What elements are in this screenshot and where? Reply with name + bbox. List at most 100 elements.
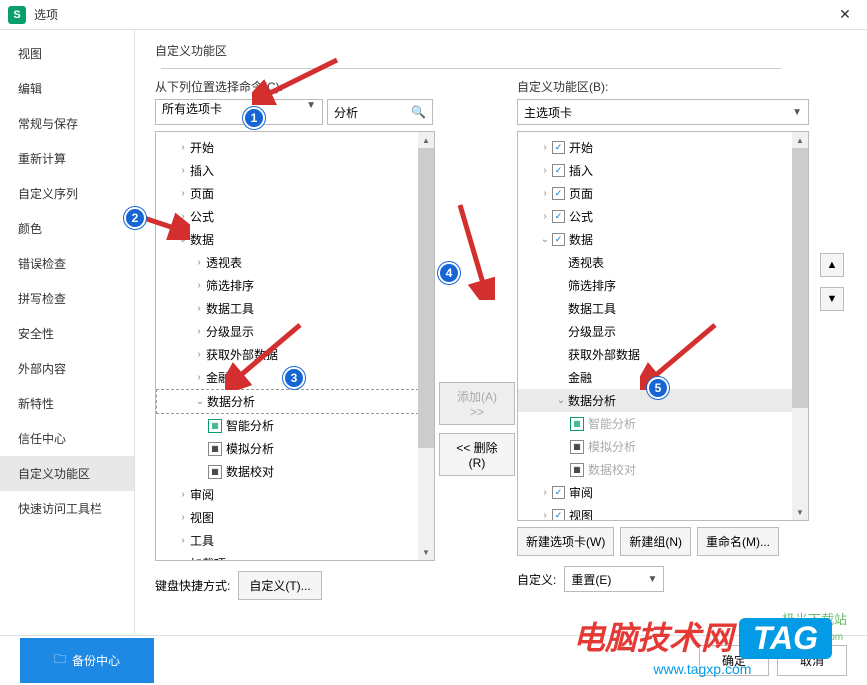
toggle-icon: ›	[538, 165, 552, 176]
search-icon: 🔍	[411, 105, 426, 119]
rename-button[interactable]: 重命名(M)...	[697, 527, 779, 556]
tree-item[interactable]: ›公式	[156, 205, 434, 228]
tree-label: 视图	[190, 509, 214, 526]
tree-label: 分级显示	[568, 323, 616, 340]
tree-item[interactable]: ›工具	[156, 529, 434, 552]
tree-item[interactable]: ▦智能分析	[518, 412, 808, 435]
move-down-button[interactable]: ▼	[820, 287, 844, 311]
tree-item[interactable]: ›✓视图	[518, 504, 808, 521]
sidebar-item[interactable]: 视图	[0, 36, 134, 71]
customize-shortcuts-button[interactable]: 自定义(T)...	[238, 571, 321, 600]
tree-item[interactable]: ›筛选排序	[156, 274, 434, 297]
checkbox[interactable]: ✓	[552, 141, 565, 154]
toggle-icon: ›	[192, 303, 206, 314]
tree-label: 筛选排序	[206, 277, 254, 294]
tree-label: 数据校对	[588, 461, 636, 478]
sidebar-item[interactable]: 错误检查	[0, 246, 134, 281]
sidebar-item[interactable]: 新特性	[0, 386, 134, 421]
toggle-icon: ›	[176, 165, 190, 176]
tree-item[interactable]: ›✓公式	[518, 205, 808, 228]
window-title: 选项	[34, 6, 831, 23]
sidebar-item[interactable]: 常规与保存	[0, 106, 134, 141]
tree-item[interactable]: 筛选排序	[518, 274, 808, 297]
sidebar-item[interactable]: 快速访问工具栏	[0, 491, 134, 526]
search-input[interactable]	[334, 105, 404, 119]
sidebar-item[interactable]: 外部内容	[0, 351, 134, 386]
leaf-icon: ▦	[570, 463, 584, 477]
tree-item[interactable]: ▦模拟分析	[518, 435, 808, 458]
customize-ribbon-label: 自定义功能区(B):	[517, 78, 809, 95]
toggle-icon: ›	[192, 326, 206, 337]
tree-item[interactable]: ›透视表	[156, 251, 434, 274]
toggle-icon: ›	[176, 558, 190, 561]
checkbox[interactable]: ✓	[552, 486, 565, 499]
ribbon-target-combo[interactable]: 主选项卡 ▼	[517, 99, 809, 125]
checkbox[interactable]: ✓	[552, 187, 565, 200]
tree-label: 审阅	[190, 486, 214, 503]
checkbox[interactable]: ✓	[552, 509, 565, 521]
titlebar: S 选项 ✕	[0, 0, 867, 30]
custom-label: 自定义:	[517, 571, 556, 588]
toggle-icon: ›	[192, 372, 206, 383]
leaf-icon: ▦	[208, 465, 222, 479]
tree-item[interactable]: ▦ 数据校对	[518, 458, 808, 481]
sidebar-item[interactable]: 信任中心	[0, 421, 134, 456]
tree-item[interactable]: ▦ 数据校对	[156, 460, 434, 483]
tree-item[interactable]: ⌄✓数据	[518, 228, 808, 251]
tree-label: 数据工具	[568, 300, 616, 317]
tree-item[interactable]: ›开始	[156, 136, 434, 159]
callout-4: 4	[438, 262, 460, 284]
close-icon[interactable]: ✕	[831, 1, 859, 29]
tree-label: 透视表	[568, 254, 604, 271]
checkbox[interactable]: ✓	[552, 233, 565, 246]
tree-label: 模拟分析	[226, 440, 274, 457]
backup-icon: 🗀	[54, 650, 66, 671]
backup-center-button[interactable]: 🗀 备份中心	[20, 638, 154, 683]
tree-label: 公式	[190, 208, 214, 225]
new-group-button[interactable]: 新建组(N)	[620, 527, 691, 556]
search-box[interactable]: 🔍	[327, 99, 433, 125]
sidebar-item[interactable]: 颜色	[0, 211, 134, 246]
tree-label: 插入	[569, 162, 593, 179]
tree-item[interactable]: ›数据工具	[156, 297, 434, 320]
tree-item[interactable]: ›页面	[156, 182, 434, 205]
sidebar-item[interactable]: 重新计算	[0, 141, 134, 176]
toggle-icon: ›	[538, 188, 552, 199]
tree-item[interactable]: ⌄数据	[156, 228, 434, 251]
tree-item[interactable]: ›插入	[156, 159, 434, 182]
tree-item[interactable]: ›✓ 插入	[518, 159, 808, 182]
tree-item[interactable]: 透视表	[518, 251, 808, 274]
tree-item[interactable]: ▦智能分析	[156, 414, 434, 437]
tree-label: 金融	[568, 369, 592, 386]
scrollbar[interactable]: ▲ ▼	[792, 132, 808, 520]
remove-button[interactable]: << 删除(R)	[439, 433, 515, 476]
checkbox[interactable]: ✓	[552, 210, 565, 223]
sidebar-item[interactable]: 拼写检查	[0, 281, 134, 316]
sidebar-item[interactable]: 自定义功能区	[0, 456, 134, 491]
tree-label: 插入	[190, 162, 214, 179]
tree-label: 公式	[569, 208, 593, 225]
tree-item[interactable]: 数据工具	[518, 297, 808, 320]
tree-item[interactable]: ›✓审阅	[518, 481, 808, 504]
sidebar-item[interactable]: 自定义序列	[0, 176, 134, 211]
leaf-icon: ▦	[570, 417, 584, 431]
reset-combo[interactable]: 重置(E) ▼	[564, 566, 664, 592]
move-up-button[interactable]: ▲	[820, 253, 844, 277]
tree-item[interactable]: ›加载项	[156, 552, 434, 561]
tree-item[interactable]: ›✓页面	[518, 182, 808, 205]
scrollbar[interactable]: ▲ ▼	[418, 132, 434, 560]
toggle-icon: ›	[192, 349, 206, 360]
tree-label: 工具	[190, 532, 214, 549]
tree-item[interactable]: ⌄数据分析	[156, 389, 434, 414]
new-tab-button[interactable]: 新建选项卡(W)	[517, 527, 614, 556]
annotation-arrow	[445, 200, 495, 300]
tree-item[interactable]: ▦模拟分析	[156, 437, 434, 460]
tree-item[interactable]: ›✓开始	[518, 136, 808, 159]
checkbox[interactable]: ✓	[552, 164, 565, 177]
tree-label: 数据校对	[226, 463, 274, 480]
sidebar-item[interactable]: 编辑	[0, 71, 134, 106]
tree-item[interactable]: ›视图	[156, 506, 434, 529]
add-button[interactable]: 添加(A) >>	[439, 382, 515, 425]
sidebar-item[interactable]: 安全性	[0, 316, 134, 351]
tree-item[interactable]: ›审阅	[156, 483, 434, 506]
